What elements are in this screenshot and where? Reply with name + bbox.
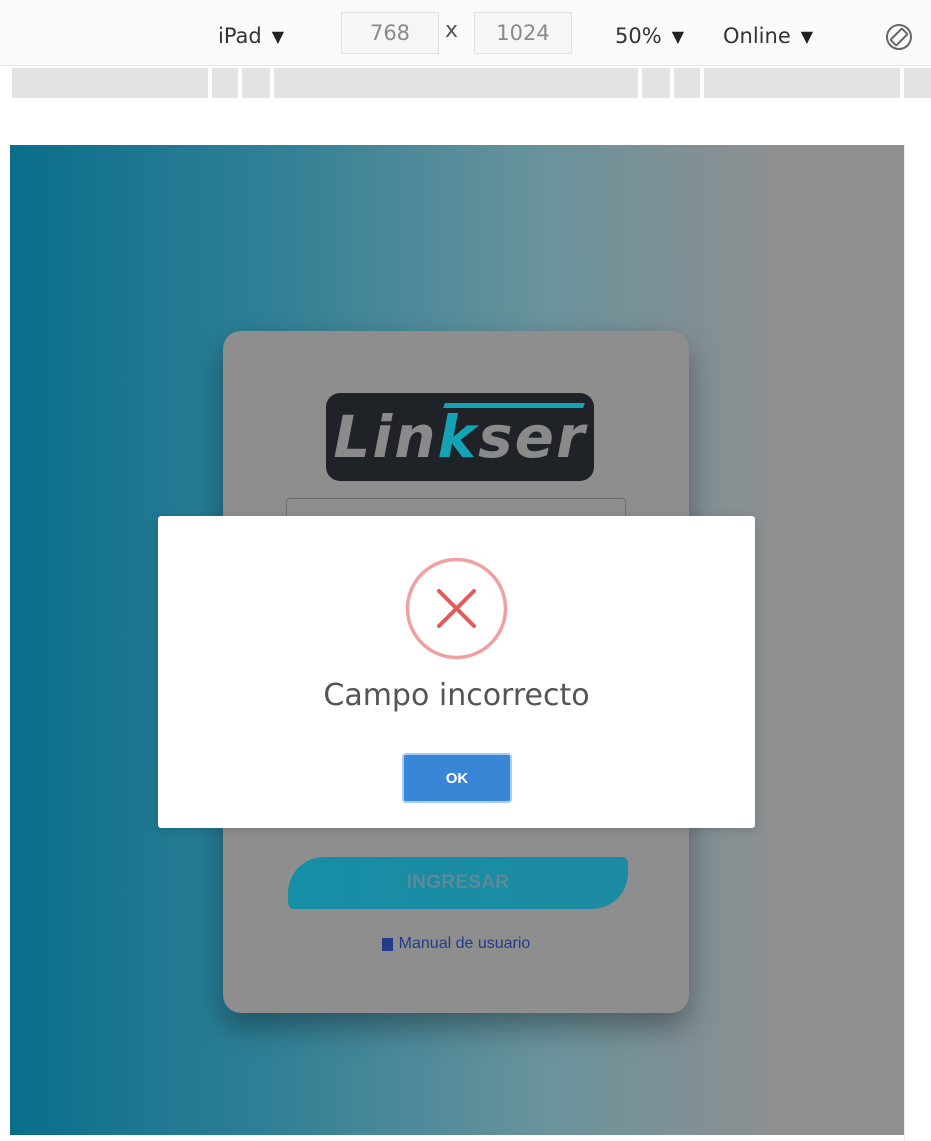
ruler-segment[interactable] — [242, 68, 270, 98]
logo-text: Linkser — [333, 403, 587, 471]
ruler-segment[interactable] — [642, 68, 670, 98]
media-query-bar — [0, 66, 931, 100]
device-label: iPad — [218, 24, 262, 48]
ok-button[interactable]: OK — [402, 753, 512, 803]
linkser-logo: Linkser — [326, 393, 594, 481]
device-select[interactable]: iPad ▼ — [218, 18, 284, 54]
ruler-segment[interactable] — [904, 68, 931, 98]
caret-down-icon: ▼ — [671, 26, 684, 46]
error-dialog: Campo incorrecto OK — [158, 516, 755, 828]
network-label: Online — [723, 24, 791, 48]
ruler-segment[interactable] — [674, 68, 700, 98]
viewport-side-area — [904, 145, 931, 1141]
ruler-segment[interactable] — [704, 68, 900, 98]
ruler-segment[interactable] — [12, 68, 208, 98]
device-viewport: Linkser INGRESAR Manual de usuario Campo… — [10, 145, 904, 1135]
zoom-label: 50% — [615, 24, 662, 48]
rotate-icon[interactable] — [882, 20, 916, 54]
ruler-segment[interactable] — [274, 68, 638, 98]
dimension-separator: x — [445, 18, 459, 43]
device-toolbar: iPad ▼ 768 x 1024 50% ▼ Online ▼ — [0, 0, 931, 66]
ingresar-button[interactable]: INGRESAR — [288, 857, 628, 909]
document-icon — [381, 937, 393, 951]
manual-link-label: Manual de usuario — [398, 935, 531, 952]
caret-down-icon: ▼ — [800, 26, 814, 46]
network-select[interactable]: Online ▼ — [723, 18, 813, 54]
ruler-segment[interactable] — [212, 68, 238, 98]
error-x-icon — [405, 557, 508, 660]
width-input[interactable]: 768 — [341, 12, 439, 54]
zoom-select[interactable]: 50% ▼ — [615, 18, 684, 54]
height-input[interactable]: 1024 — [474, 12, 572, 54]
dialog-title: Campo incorrecto — [323, 678, 590, 713]
manual-link[interactable]: Manual de usuario — [223, 935, 689, 953]
caret-down-icon: ▼ — [271, 26, 285, 46]
